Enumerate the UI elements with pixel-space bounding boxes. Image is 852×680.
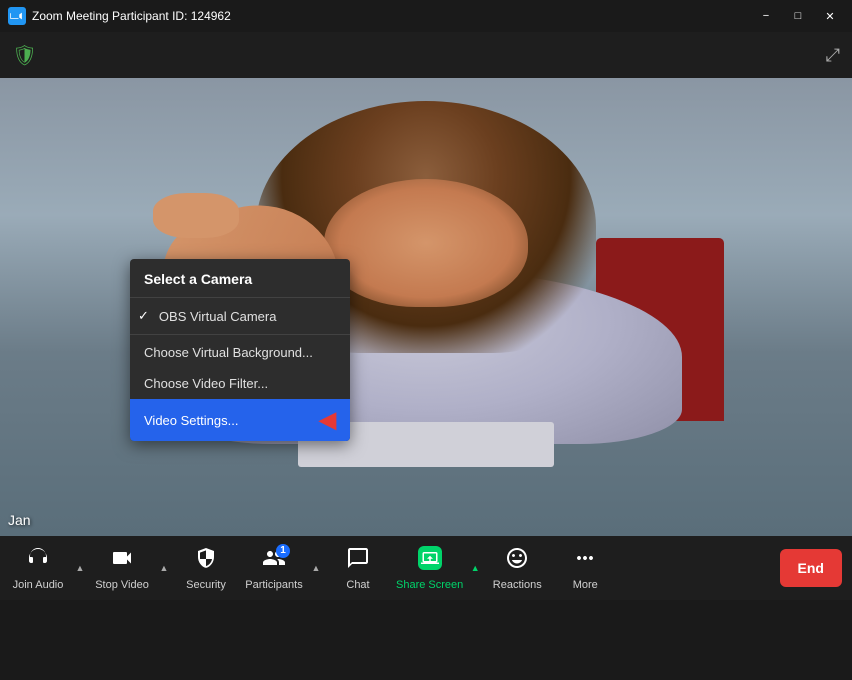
camera-obs-item[interactable]: ✓ OBS Virtual Camera	[130, 300, 350, 332]
video-area: Jan Select a Camera ✓ OBS Virtual Camera…	[0, 78, 852, 536]
camera-obs-label: OBS Virtual Camera	[159, 309, 277, 324]
minimize-button[interactable]: −	[752, 6, 780, 26]
chat-button[interactable]: Chat	[324, 536, 392, 600]
title-bar: Zoom Meeting Participant ID: 124962 − □ …	[0, 0, 852, 32]
join-audio-button[interactable]: Join Audio	[4, 536, 72, 600]
join-audio-caret[interactable]: ▲	[72, 536, 88, 600]
end-button[interactable]: End	[780, 549, 842, 587]
chat-icon	[346, 546, 370, 576]
share-screen-label: Share Screen	[396, 579, 463, 591]
reactions-label: Reactions	[493, 579, 542, 591]
video-filter-label: Choose Video Filter...	[144, 376, 268, 391]
top-bar: 🛡 ⤢	[0, 32, 852, 78]
checkmark-icon: ✓	[138, 308, 149, 324]
stop-video-group: Stop Video ▲	[88, 536, 172, 600]
video-filter-item[interactable]: Choose Video Filter...	[130, 368, 350, 399]
people-icon: 1	[262, 546, 286, 576]
headphone-icon	[26, 546, 50, 576]
window-controls: − □ ✕	[752, 6, 844, 26]
virtual-bg-label: Choose Virtual Background...	[144, 345, 313, 360]
menu-header: Select a Camera	[130, 259, 350, 295]
video-background	[0, 78, 852, 536]
more-button[interactable]: More	[551, 536, 619, 600]
join-audio-label: Join Audio	[13, 579, 64, 591]
chat-label: Chat	[346, 579, 369, 591]
close-button[interactable]: ✕	[816, 6, 844, 26]
menu-divider-1	[130, 334, 350, 335]
security-label: Security	[186, 579, 226, 591]
shield-secure-icon: 🛡	[12, 43, 37, 68]
red-arrow-icon: ◀	[319, 407, 336, 433]
security-shield-icon	[194, 546, 218, 576]
more-dots-icon	[573, 546, 597, 576]
person-fist	[153, 193, 238, 239]
stop-video-label: Stop Video	[95, 579, 149, 591]
expand-icon[interactable]: ⤢	[826, 45, 840, 66]
person-face	[324, 179, 528, 307]
reactions-icon	[505, 546, 529, 576]
participant-name-tag: Jan	[8, 512, 31, 528]
stop-video-caret[interactable]: ▲	[156, 536, 172, 600]
toolbar: Join Audio ▲ Stop Video ▲ Security 1 Par…	[0, 536, 852, 600]
camera-context-menu: Select a Camera ✓ OBS Virtual Camera Cho…	[130, 259, 350, 441]
security-button[interactable]: Security	[172, 536, 240, 600]
camera-icon	[110, 546, 134, 576]
title-text: Zoom Meeting Participant ID: 124962	[32, 9, 231, 23]
share-screen-button[interactable]: Share Screen	[392, 536, 467, 600]
more-label: More	[573, 579, 598, 591]
join-audio-group: Join Audio ▲	[4, 536, 88, 600]
participants-caret[interactable]: ▲	[308, 536, 324, 600]
participants-group: 1 Participants ▲	[240, 536, 324, 600]
participants-button[interactable]: 1 Participants	[240, 536, 308, 600]
reactions-button[interactable]: Reactions	[483, 536, 551, 600]
stop-video-button[interactable]: Stop Video	[88, 536, 156, 600]
participant-count-badge: 1	[276, 544, 290, 558]
share-screen-caret[interactable]: ▲	[467, 536, 483, 600]
virtual-background-item[interactable]: Choose Virtual Background...	[130, 337, 350, 368]
share-screen-icon	[418, 546, 442, 576]
zoom-icon	[8, 7, 26, 25]
participants-label: Participants	[245, 579, 302, 591]
maximize-button[interactable]: □	[784, 6, 812, 26]
menu-divider-top	[130, 297, 350, 298]
share-screen-group: Share Screen ▲	[392, 536, 483, 600]
video-settings-item[interactable]: Video Settings... ◀	[130, 399, 350, 441]
video-settings-label: Video Settings...	[144, 413, 238, 428]
